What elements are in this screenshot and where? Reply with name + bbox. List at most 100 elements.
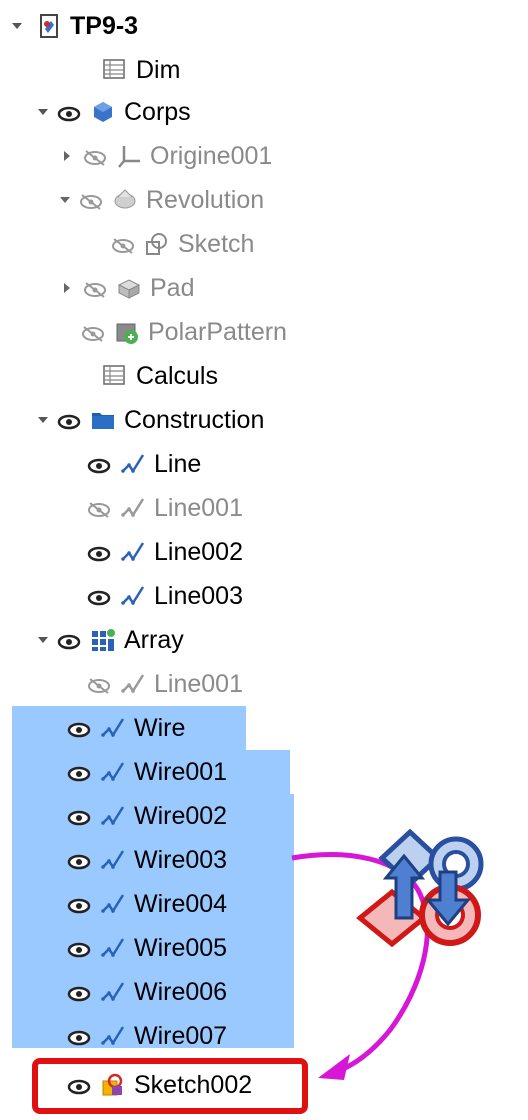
tree-item-wire004[interactable]: Wire004 [66,882,227,926]
eye-hidden-icon[interactable] [78,190,106,210]
tree-item-origine001[interactable]: Origine001 [60,134,272,178]
tree-item-tp9-3[interactable]: TP9-3 [0,4,138,48]
eye-icon[interactable] [66,1026,94,1046]
eye-icon[interactable] [66,982,94,1002]
pad-icon [116,275,142,301]
eye-icon[interactable] [86,454,114,474]
origin-icon [116,143,142,169]
chevron-down-icon[interactable] [58,193,72,207]
tree-item-line002[interactable]: Line002 [86,530,243,574]
draft-line-icon [100,1023,126,1049]
chevron-down-icon[interactable] [36,413,50,427]
draft-line-icon [120,495,146,521]
tree-item-label: Line003 [154,581,243,610]
eye-icon[interactable] [66,806,94,826]
tree-item-label: Wire004 [134,889,228,918]
chevron-right-icon[interactable] [60,281,74,295]
tree-item-label: Pad [150,273,195,302]
tree-item-label: Sketch [178,229,255,258]
tree-item-wire003[interactable]: Wire003 [66,838,227,882]
eye-hidden-icon[interactable] [82,278,110,298]
tree-item-wire002[interactable]: Wire002 [66,794,227,838]
array-icon [90,627,116,653]
document-icon [36,13,62,39]
eye-icon[interactable] [86,542,114,562]
tree-item-revolution[interactable]: Revolution [58,178,264,222]
chevron-down-icon[interactable] [10,19,24,33]
callout-arrow [291,852,430,1077]
tree-item-pad[interactable]: Pad [60,266,194,310]
draft-line-icon [100,759,126,785]
tree-item-label: Origine001 [150,141,273,170]
tree-item-construction[interactable]: Construction [36,398,264,442]
tree-item-wire001[interactable]: Wire001 [66,750,227,794]
tree-item-sketch[interactable]: Sketch [110,222,254,266]
draft-line-icon [120,671,146,697]
tree-item-label: Line001 [154,493,243,522]
tree-item-label: Construction [124,405,265,434]
tree-item-label: Wire [134,713,186,742]
draft-line-icon [120,583,146,609]
body-icon [90,99,116,125]
sketch-icon [144,231,170,257]
spreadsheet-icon [102,57,128,83]
tree-item-wire005[interactable]: Wire005 [66,926,227,970]
eye-icon[interactable] [66,762,94,782]
callout-arrowhead [318,1054,350,1080]
spreadsheet-icon [102,363,128,389]
tree-item-array[interactable]: Array [36,618,184,662]
tree-item-label: PolarPattern [148,317,287,346]
chevron-down-icon[interactable] [36,105,50,119]
tree-item-label: Wire007 [134,1021,228,1050]
tree-item-line[interactable]: Line [86,442,201,486]
draft-line-icon [100,847,126,873]
tree-item-label: Wire006 [134,977,228,1006]
eye-icon[interactable] [56,102,84,122]
tree-item-array-line001[interactable]: Line001 [86,662,243,706]
tree-item-line001[interactable]: Line001 [86,486,243,530]
tree-item-polarpattern[interactable]: PolarPattern [80,310,287,354]
tree-item-label: Dim [136,55,181,84]
tree-item-wire006[interactable]: Wire006 [66,970,227,1014]
eye-icon[interactable] [66,850,94,870]
draft-line-icon [100,979,126,1005]
draft-line-icon [120,539,146,565]
draft-line-icon [100,935,126,961]
chevron-right-icon[interactable] [60,149,74,163]
tree-item-label: Calculs [136,361,218,390]
polar-pattern-icon [114,319,140,345]
draft-to-sketch-icon [356,828,484,948]
tree-item-label: Wire001 [134,757,228,786]
tree-item-label: Wire002 [134,801,228,830]
tree-item-corps[interactable]: Corps [36,90,191,134]
draft-line-icon [120,451,146,477]
tree-item-wire007[interactable]: Wire007 [66,1014,227,1058]
tree-item-label: TP9-3 [70,11,139,40]
revolution-icon [112,187,138,213]
tree-item-label: Revolution [146,185,265,214]
eye-icon[interactable] [66,718,94,738]
eye-icon[interactable] [66,894,94,914]
draft-line-icon [100,891,126,917]
eye-hidden-icon[interactable] [82,146,110,166]
eye-hidden-icon[interactable] [110,234,138,254]
tree-item-label: Array [124,625,184,654]
tree-item-label: Line002 [154,537,243,566]
chevron-down-icon[interactable] [36,633,50,647]
eye-icon[interactable] [56,410,84,430]
eye-hidden-icon[interactable] [86,674,114,694]
tree-item-label: Wire005 [134,933,228,962]
eye-hidden-icon[interactable] [86,498,114,518]
tree-item-dim[interactable]: Dim [102,48,180,92]
eye-icon[interactable] [56,630,84,650]
tree-view: TP9-3 Dim Corps Origine001 Revolution Sk… [0,0,528,1120]
eye-icon[interactable] [86,586,114,606]
tree-item-calculs[interactable]: Calculs [102,354,218,398]
tree-item-label: Wire003 [134,845,228,874]
draft-line-icon [100,803,126,829]
tree-item-label: Corps [124,97,191,126]
tree-item-line003[interactable]: Line003 [86,574,243,618]
eye-icon[interactable] [66,938,94,958]
tree-item-wire[interactable]: Wire [66,706,185,750]
eye-hidden-icon[interactable] [80,322,108,342]
